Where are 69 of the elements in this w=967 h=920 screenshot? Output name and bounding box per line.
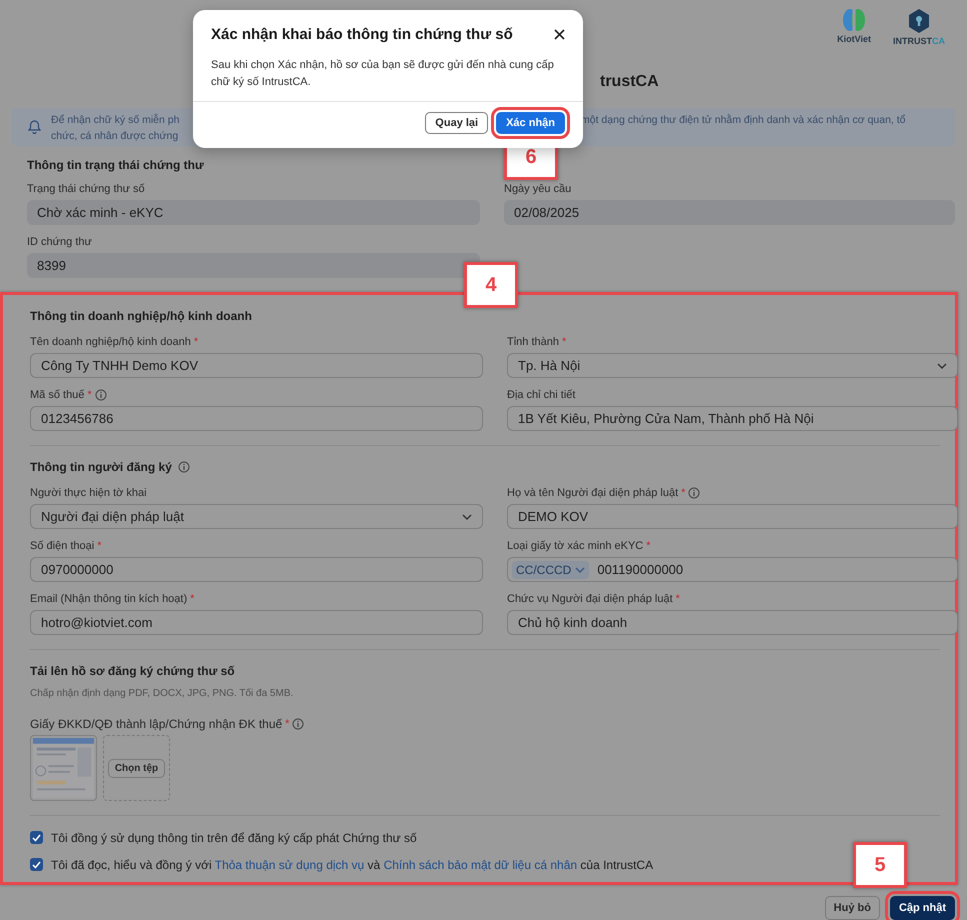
field-label: Ngày yêu cầu [504,183,572,195]
dialog-title: Xác nhận khai báo thông tin chứng thư số [211,26,513,43]
notice-text: chức, cá nhân được chứng [51,129,180,144]
field-label: Email (Nhận thông tin kích hoạt) [30,593,188,605]
close-icon[interactable] [554,29,565,40]
input-field[interactable]: hotro@kiotviet.com [30,610,483,635]
update-button[interactable]: Cập nhật [890,896,955,920]
chevron-down-icon [462,514,472,520]
kiotviet-logo-icon [841,8,868,32]
field-label: Chức vụ Người đại diện pháp luật [507,593,673,605]
readonly-field: 8399 [27,253,480,278]
back-button[interactable]: Quay lại [425,112,488,134]
readonly-field: Chờ xác minh - eKYC [27,200,480,225]
input-field[interactable]: Chủ hộ kinh doanh [507,610,958,635]
required-mark: * [190,593,194,605]
section-title: Thông tin người đăng ký [30,460,172,474]
notice-text: Để nhận chữ ký số miễn ph [51,112,180,128]
upload-hint: Chấp nhận định dạng PDF, DOCX, JPG, PNG. Tối đa 5MB. [30,688,294,699]
chevron-down-icon [937,362,947,368]
chevron-down-icon [575,566,586,572]
choose-file-button[interactable]: Chọn tệp [108,758,166,778]
input-field[interactable]: DEMO KOV [507,504,958,529]
required-mark: * [676,593,680,605]
link[interactable]: Thỏa thuận sử dụng dịch vụ [214,858,364,872]
field-label: Giấy ĐKKD/QĐ thành lập/Chứng nhận ĐK thuế [30,717,282,731]
id-number-field[interactable]: CC/CCCD 001190000000 [507,557,958,582]
dialog-message: Sau khi chọn Xác nhận, hồ sơ của bạn sẽ được gửi đến nhà cung cấp chữ ký số IntrustCA. [211,58,555,90]
required-mark: * [87,389,92,401]
field-label: Số điện thoại [30,540,94,552]
select-field[interactable]: Người đại diện pháp luật [30,504,483,529]
input-field[interactable]: 0123456786 [30,406,483,431]
logo-text: KiotViet [837,34,871,44]
bell-icon [28,120,41,134]
link[interactable]: Chính sách bảo mật dữ liệu cá nhân [384,858,578,872]
field-label: Mã số thuế [30,389,84,401]
input-field[interactable]: Công Ty TNHH Demo KOV [30,353,483,378]
field-label: Tỉnh thành [507,336,559,348]
page-title: trustCA [600,73,659,91]
field-label: Họ và tên Người đại diện pháp luật [507,487,678,499]
field-label: Địa chỉ chi tiết [507,389,576,401]
field-label: Trạng thái chứng thư số [27,183,145,195]
required-mark: * [681,487,686,499]
field-label: Loại giấy tờ xác minh eKYC [507,540,644,552]
section-title: Thông tin doanh nghiệp/hộ kinh doanh [30,309,252,323]
field-label: ID chứng thư [27,236,92,248]
required-mark: * [646,540,651,552]
section-title: Thông tin trạng thái chứng thư [27,158,204,172]
field-label: Tên doanh nghiệp/hộ kinh doanh [30,336,191,348]
logo-text: INTRUSTCA [893,36,945,46]
field-label: Người thực hiện tờ khai [30,487,147,499]
confirm-button[interactable]: Xác nhận [496,112,565,134]
checkbox[interactable] [30,831,43,844]
checkbox[interactable] [30,858,43,871]
id-type-select[interactable]: CC/CCCD [512,560,590,578]
input-field[interactable]: 0970000000 [30,557,483,582]
agreement-text: Tôi đồng ý sử dụng thông tin trên để đăng ký cấp phát Chứng thư số [51,830,417,844]
required-mark: * [97,540,102,552]
shield-logo-icon [907,8,931,34]
agreement-text: Tôi đã đọc, hiểu và đồng ý với Thỏa thuận sử dụng dịch vụ và Chính sách bảo mật dữ liệu cá nhân của IntrustCA [51,858,654,872]
required-mark: * [194,336,198,348]
readonly-field: 02/08/2025 [504,200,955,225]
step-callout: 4 [464,262,518,308]
select-field[interactable]: Tp. Hà Nội [507,353,958,378]
cancel-button[interactable]: Huỷ bỏ [824,896,880,920]
section-title: Tải lên hồ sơ đăng ký chứng thư số [30,664,235,678]
input-field[interactable]: 1B Yết Kiêu, Phường Cửa Nam, Thành phố Hà Nội [507,406,958,431]
required-mark: * [562,336,566,348]
step-callout: 5 [853,842,907,888]
required-mark: * [285,718,290,730]
